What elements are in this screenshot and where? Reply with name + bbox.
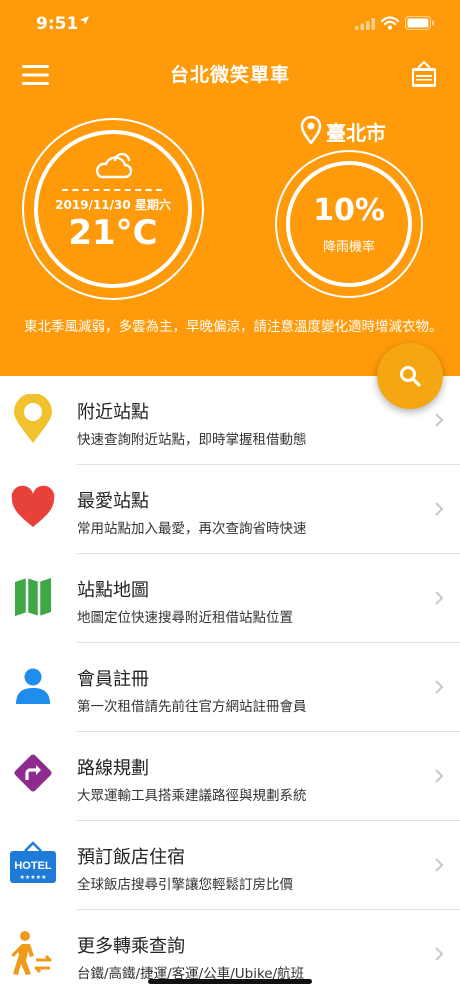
menu-item-title: 站點地圖 [77, 580, 149, 601]
wifi-icon [381, 16, 399, 30]
home-indicator[interactable] [148, 979, 312, 984]
menu-item-more-transfers[interactable]: 更多轉乘查詢 台鐵/高鐵/捷運/客運/公車/Ubike/航班 [0, 910, 460, 999]
menu-item-route-planning[interactable]: 路線規劃 大眾運輸工具搭乘建議路徑與規劃系統 [0, 732, 460, 821]
rain-probability-value: 10% [313, 193, 385, 228]
cellular-signal-icon [355, 18, 375, 30]
location-arrow-icon [80, 16, 89, 25]
chevron-right-icon [435, 947, 444, 961]
menu-item-title: 會員註冊 [77, 669, 149, 690]
heart-icon [11, 485, 55, 527]
location-pin-icon [300, 116, 322, 144]
menu-item-title: 最愛站點 [77, 491, 149, 512]
cloudy-weather-icon [95, 153, 133, 179]
battery-icon [405, 16, 434, 30]
weather-date: 2019/11/30 星期六 [55, 198, 171, 212]
header: 9:51 台北微笑單車 2019/11/30 星期六 21°C 臺北市 10% … [0, 0, 460, 376]
menu-item-subtitle: 常用站點加入最愛，再次查詢省時快速 [77, 521, 307, 537]
menu-item-nearby-stations[interactable]: 附近站點 快速查詢附近站點，即時掌握租借動態 [0, 376, 460, 465]
chevron-right-icon [435, 769, 444, 783]
menu-item-member-registration[interactable]: 會員註冊 第一次租借請先前往官方網站註冊會員 [0, 643, 460, 732]
menu-item-subtitle: 第一次租借請先前往官方網站註冊會員 [77, 699, 307, 715]
menu-item-hotel-booking[interactable]: HOTEL ★★★★★ 預訂飯店住宿 全球飯店搜尋引擎讓您輕鬆訂房比價 [0, 821, 460, 910]
location-pin-icon [14, 394, 52, 443]
hotel-sign-icon[interactable] [410, 60, 438, 90]
menu-item-subtitle: 大眾運輸工具搭乘建議路徑與規劃系統 [77, 788, 307, 804]
menu-item-title: 路線規劃 [77, 758, 149, 779]
chevron-right-icon [435, 680, 444, 694]
menu-item-subtitle: 地圖定位快速搜尋附近租借站點位置 [77, 610, 293, 626]
chevron-right-icon [435, 591, 444, 605]
menu-item-subtitle: 快速查詢附近站點，即時掌握租借動態 [77, 432, 307, 448]
chevron-right-icon [435, 502, 444, 516]
temperature: 21°C [68, 213, 158, 253]
weather-divider [62, 189, 162, 191]
transfer-walker-icon [11, 931, 52, 975]
map-icon [15, 578, 51, 616]
menu-item-station-map[interactable]: 站點地圖 地圖定位快速搜尋附近租借站點位置 [0, 554, 460, 643]
menu-item-title: 附近站點 [77, 402, 149, 423]
page-title: 台北微笑單車 [169, 64, 290, 86]
status-time: 9:51 [36, 14, 79, 34]
route-sign-icon [14, 754, 52, 792]
location-city[interactable]: 臺北市 [326, 117, 386, 146]
menu-item-favorite-stations[interactable]: 最愛站點 常用站點加入最愛，再次查詢省時快速 [0, 465, 460, 554]
chevron-right-icon [435, 858, 444, 872]
hotel-sign-icon: HOTEL ★★★★★ [10, 841, 56, 883]
menu-item-title: 更多轉乘查詢 [77, 936, 185, 957]
weather-forecast-text: 東北季風減弱，多雲為主，早晚偏涼，請注意溫度變化適時增減衣物。 [24, 319, 443, 335]
rain-probability-label: 降雨機率 [322, 240, 375, 255]
status-bar: 9:51 [0, 0, 460, 50]
menu-item-subtitle: 全球飯店搜尋引擎讓您輕鬆訂房比價 [77, 877, 293, 893]
menu-item-title: 預訂飯店住宿 [77, 847, 185, 868]
svg-text:★★★★★: ★★★★★ [20, 874, 47, 881]
chevron-right-icon [435, 413, 444, 427]
hotel-sign-text: HOTEL [14, 860, 52, 872]
user-icon [16, 668, 50, 704]
